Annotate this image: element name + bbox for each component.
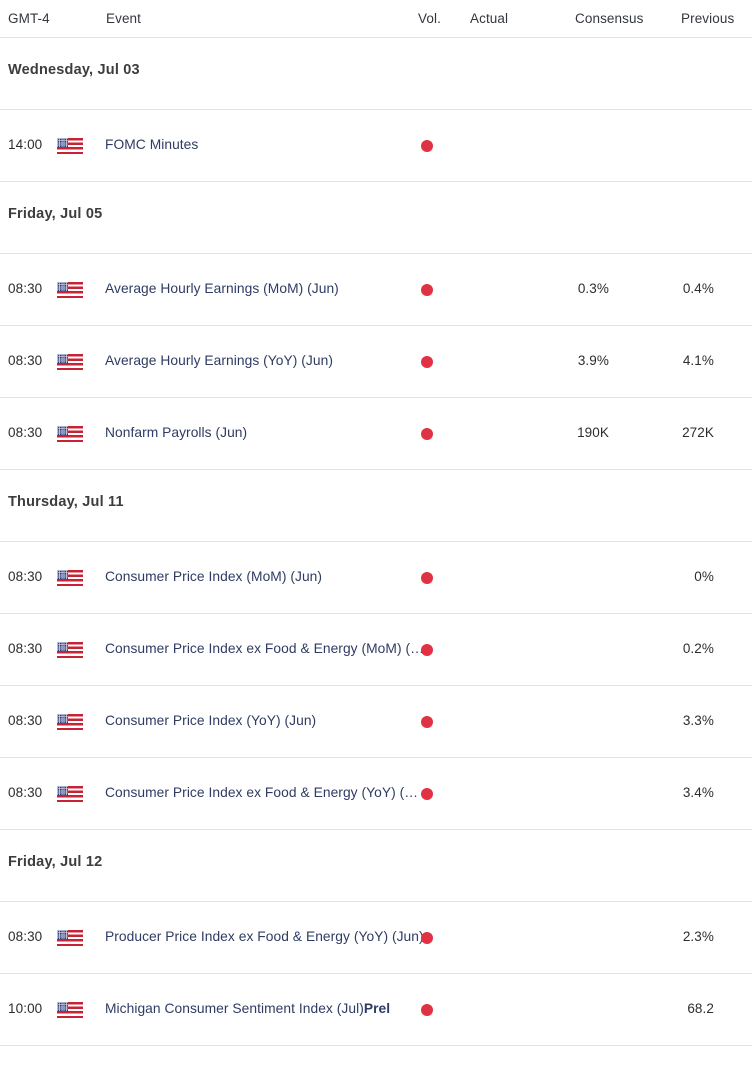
- calendar-event-row[interactable]: 08:30 Consumer Price Index (YoY) (Jun) 3.3…: [0, 686, 752, 758]
- calendar-event-row[interactable]: 10:00 Michigan Consumer Sentiment Index (…: [0, 974, 752, 1046]
- date-separator-row: Friday, Jul 12: [0, 830, 752, 902]
- event-previous-value: 68.2: [687, 1001, 714, 1016]
- event-time: 08:30: [8, 281, 43, 296]
- date-label: Friday, Jul 12: [8, 854, 103, 870]
- date-separator-row: Thursday, Jul 11: [0, 470, 752, 542]
- column-header-event[interactable]: Event: [106, 11, 141, 26]
- us-flag-icon: [57, 930, 83, 946]
- volatility-indicator-icon: [421, 140, 433, 152]
- calendar-header-row: GMT-4 Event Vol. Actual Consensus Previo…: [0, 0, 752, 38]
- event-name-link[interactable]: Average Hourly Earnings (MoM) (Jun): [105, 281, 425, 296]
- volatility-indicator-icon: [421, 284, 433, 296]
- calendar-event-row[interactable]: 08:30 Consumer Price Index ex Food & Ener…: [0, 758, 752, 830]
- us-flag-icon: [57, 642, 83, 658]
- event-previous-value: 3.4%: [682, 785, 714, 800]
- event-time: 08:30: [8, 569, 43, 584]
- calendar-event-row[interactable]: 08:30 Consumer Price Index (MoM) (Jun) 0%: [0, 542, 752, 614]
- event-time: 08:30: [8, 713, 43, 728]
- event-name-link[interactable]: Consumer Price Index (MoM) (Jun): [105, 569, 425, 584]
- calendar-event-row[interactable]: 08:30 Consumer Price Index ex Food & Ener…: [0, 614, 752, 686]
- event-name-link[interactable]: FOMC Minutes: [105, 137, 425, 152]
- event-previous-value: 272K: [682, 425, 714, 440]
- event-previous-value: 0.4%: [682, 281, 714, 296]
- event-name-link[interactable]: Consumer Price Index ex Food & Energy (Y…: [105, 785, 425, 800]
- event-consensus-value: 3.9%: [577, 353, 609, 368]
- us-flag-icon: [57, 282, 83, 298]
- event-previous-value: 4.1%: [682, 353, 714, 368]
- event-name-link[interactable]: Consumer Price Index (YoY) (Jun): [105, 713, 425, 728]
- column-header-volatility[interactable]: Vol.: [418, 11, 441, 26]
- event-time: 10:00: [8, 1001, 43, 1016]
- us-flag-icon: [57, 570, 83, 586]
- column-header-consensus[interactable]: Consensus: [575, 11, 643, 26]
- column-header-timezone[interactable]: GMT-4: [8, 11, 50, 26]
- event-time: 08:30: [8, 929, 43, 944]
- date-separator-row: Wednesday, Jul 03: [0, 38, 752, 110]
- calendar-event-row[interactable]: 08:30 Producer Price Index ex Food & Ener…: [0, 902, 752, 974]
- volatility-indicator-icon: [421, 572, 433, 584]
- us-flag-icon: [57, 786, 83, 802]
- calendar-event-row[interactable]: 08:30 Nonfarm Payrolls (Jun) 190K 272K: [0, 398, 752, 470]
- event-name-link[interactable]: Consumer Price Index ex Food & Energy (M…: [105, 641, 425, 656]
- event-name-link[interactable]: Average Hourly Earnings (YoY) (Jun): [105, 353, 425, 368]
- us-flag-icon: [57, 1002, 83, 1018]
- event-name-link[interactable]: Producer Price Index ex Food & Energy (Y…: [105, 929, 425, 944]
- event-time: 14:00: [8, 137, 43, 152]
- event-name-link[interactable]: Nonfarm Payrolls (Jun): [105, 425, 425, 440]
- volatility-indicator-icon: [421, 932, 433, 944]
- event-previous-value: 0%: [694, 569, 714, 584]
- volatility-indicator-icon: [421, 788, 433, 800]
- date-label: Wednesday, Jul 03: [8, 62, 140, 78]
- calendar-event-row[interactable]: 08:30 Average Hourly Earnings (MoM) (Jun)…: [0, 254, 752, 326]
- event-time: 08:30: [8, 353, 43, 368]
- volatility-indicator-icon: [421, 716, 433, 728]
- volatility-indicator-icon: [421, 428, 433, 440]
- date-separator-row: Friday, Jul 05: [0, 182, 752, 254]
- date-label: Friday, Jul 05: [8, 206, 103, 222]
- volatility-indicator-icon: [421, 644, 433, 656]
- event-time: 08:30: [8, 785, 43, 800]
- column-header-previous[interactable]: Previous: [681, 11, 734, 26]
- us-flag-icon: [57, 426, 83, 442]
- calendar-body: Wednesday, Jul 03 14:00 FOMC Minutes Friday…: [0, 38, 752, 1046]
- event-name-link[interactable]: Michigan Consumer Sentiment Index (Jul)P…: [105, 1001, 425, 1016]
- event-consensus-value: 190K: [577, 425, 609, 440]
- column-header-actual[interactable]: Actual: [470, 11, 508, 26]
- volatility-indicator-icon: [421, 356, 433, 368]
- event-time: 08:30: [8, 641, 43, 656]
- date-label: Thursday, Jul 11: [8, 494, 124, 510]
- calendar-event-row[interactable]: 14:00 FOMC Minutes: [0, 110, 752, 182]
- calendar-event-row[interactable]: 08:30 Average Hourly Earnings (YoY) (Jun)…: [0, 326, 752, 398]
- event-previous-value: 3.3%: [682, 713, 714, 728]
- event-preliminary-badge: Prel: [363, 1001, 391, 1016]
- us-flag-icon: [57, 138, 83, 154]
- volatility-indicator-icon: [421, 1004, 433, 1016]
- event-consensus-value: 0.3%: [577, 281, 609, 296]
- us-flag-icon: [57, 714, 83, 730]
- event-time: 08:30: [8, 425, 43, 440]
- us-flag-icon: [57, 354, 83, 370]
- economic-calendar: GMT-4 Event Vol. Actual Consensus Previo…: [0, 0, 752, 1046]
- event-previous-value: 2.3%: [682, 929, 714, 944]
- event-previous-value: 0.2%: [682, 641, 714, 656]
